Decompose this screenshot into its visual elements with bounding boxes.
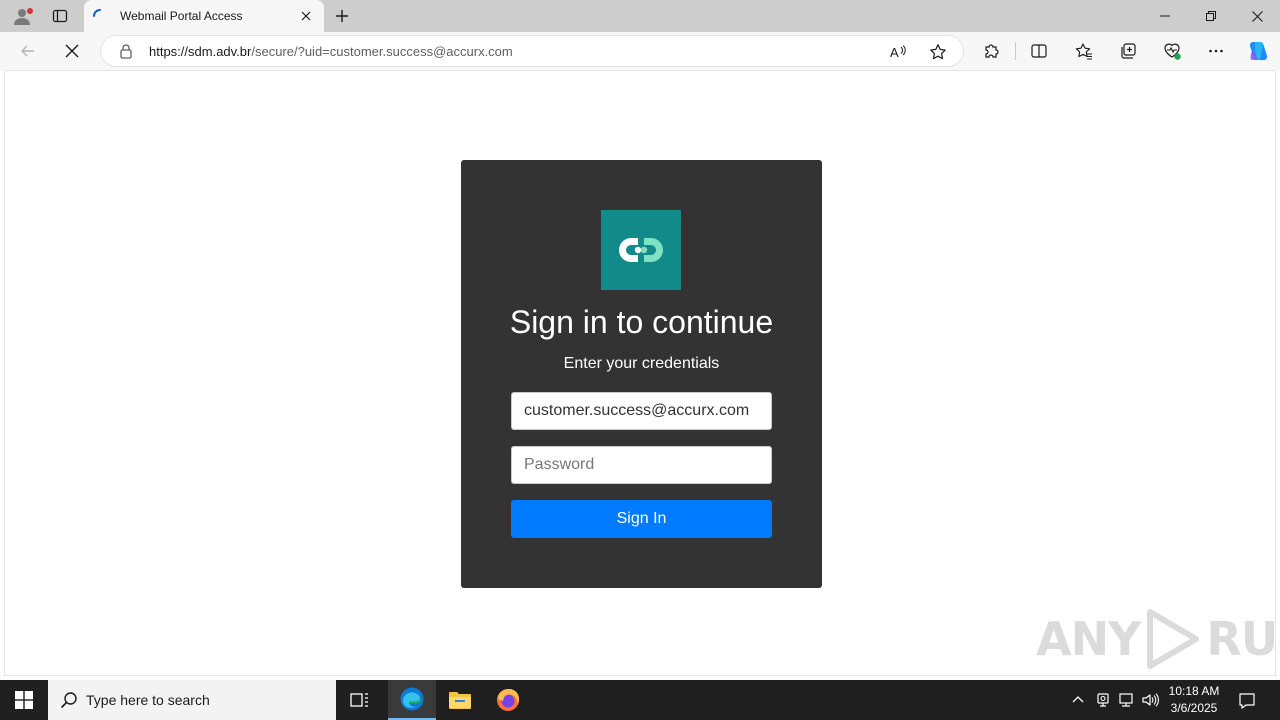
tab-title: Webmail Portal Access <box>120 9 243 23</box>
folder-icon <box>449 692 471 709</box>
password-field[interactable] <box>511 446 772 484</box>
restore-button[interactable] <box>1188 0 1234 32</box>
clock-time: 10:18 AM <box>1168 684 1220 698</box>
new-tab-button[interactable] <box>330 4 354 28</box>
page-subheading: Enter your credentials <box>563 355 720 372</box>
address-bar[interactable]: https://sdm.adv.br/secure/?uid=customer.… <box>100 35 964 67</box>
email-field[interactable] <box>511 392 772 430</box>
taskbar-clock[interactable]: 10:18 AM 3/6/2025 <box>1164 683 1224 717</box>
login-card: Sign in to continue Enter your credentia… <box>461 160 822 588</box>
taskbar-search-box[interactable]: Type here to search <box>48 680 336 720</box>
toolbar-divider <box>1015 42 1016 60</box>
collections-icon[interactable] <box>1114 37 1142 65</box>
taskbar-search-placeholder: Type here to search <box>86 692 210 708</box>
copilot-icon[interactable] <box>1244 37 1272 65</box>
favorites-icon[interactable] <box>1070 37 1098 65</box>
extensions-icon[interactable] <box>977 37 1005 65</box>
brand-logo-icon <box>619 238 663 262</box>
windows-taskbar: Type here to search 10:18 AM 3/6/2025 <box>0 680 1280 720</box>
read-aloud-icon[interactable]: A <box>887 41 909 63</box>
browser-essentials-icon[interactable] <box>1158 37 1186 65</box>
search-icon <box>60 692 77 709</box>
show-hidden-icons[interactable] <box>1068 690 1088 710</box>
tab-actions-icon[interactable] <box>48 4 72 28</box>
webcam-tray-icon[interactable] <box>1093 690 1113 710</box>
url-text[interactable]: https://sdm.adv.br/secure/?uid=customer.… <box>149 44 513 59</box>
more-options-icon[interactable] <box>1202 37 1230 65</box>
watermark-right: RUN <box>1206 612 1280 666</box>
profile-notification-dot <box>27 8 33 14</box>
page-viewport: Sign in to continue Enter your credentia… <box>4 70 1276 676</box>
network-icon[interactable] <box>1116 690 1136 710</box>
split-screen-icon[interactable] <box>1025 37 1053 65</box>
tab-close-icon[interactable] <box>298 8 314 24</box>
taskbar-edge-app[interactable] <box>388 680 436 720</box>
edge-icon <box>400 687 424 711</box>
browser-tab-strip: Webmail Portal Access <box>0 0 1280 32</box>
anyrun-watermark: ANY RUN <box>1036 606 1280 672</box>
firefox-icon <box>497 689 519 711</box>
stop-loading-button[interactable] <box>58 37 86 65</box>
task-view-button[interactable] <box>336 680 384 720</box>
task-view-icon <box>350 693 368 707</box>
taskbar-file-explorer[interactable] <box>436 680 484 720</box>
clock-date: 3/6/2025 <box>1170 701 1218 715</box>
watermark-left: ANY <box>1036 612 1141 666</box>
lock-icon[interactable] <box>118 43 134 59</box>
url-host: https://sdm.adv.br <box>149 44 252 59</box>
sign-in-button[interactable]: Sign In <box>511 500 772 538</box>
close-window-button[interactable] <box>1234 0 1280 32</box>
volume-icon[interactable] <box>1140 690 1160 710</box>
profile-icon[interactable] <box>10 4 34 28</box>
taskbar-firefox[interactable] <box>484 680 532 720</box>
watermark-play-icon <box>1147 609 1200 669</box>
brand-logo <box>601 210 681 290</box>
active-tab[interactable]: Webmail Portal Access <box>84 0 324 32</box>
start-button[interactable] <box>0 680 48 720</box>
favorite-star-icon[interactable] <box>927 41 949 63</box>
loading-spinner-icon <box>93 9 101 17</box>
url-path: /secure/?uid=customer.success@accurx.com <box>251 44 513 59</box>
minimize-button[interactable] <box>1142 0 1188 32</box>
page-heading: Sign in to continue <box>509 304 774 340</box>
svg-text:A: A <box>890 45 899 60</box>
back-button[interactable] <box>14 37 42 65</box>
notifications-icon[interactable] <box>1236 690 1258 712</box>
windows-logo-icon <box>15 691 33 709</box>
browser-toolbar: https://sdm.adv.br/secure/?uid=customer.… <box>0 32 1280 70</box>
